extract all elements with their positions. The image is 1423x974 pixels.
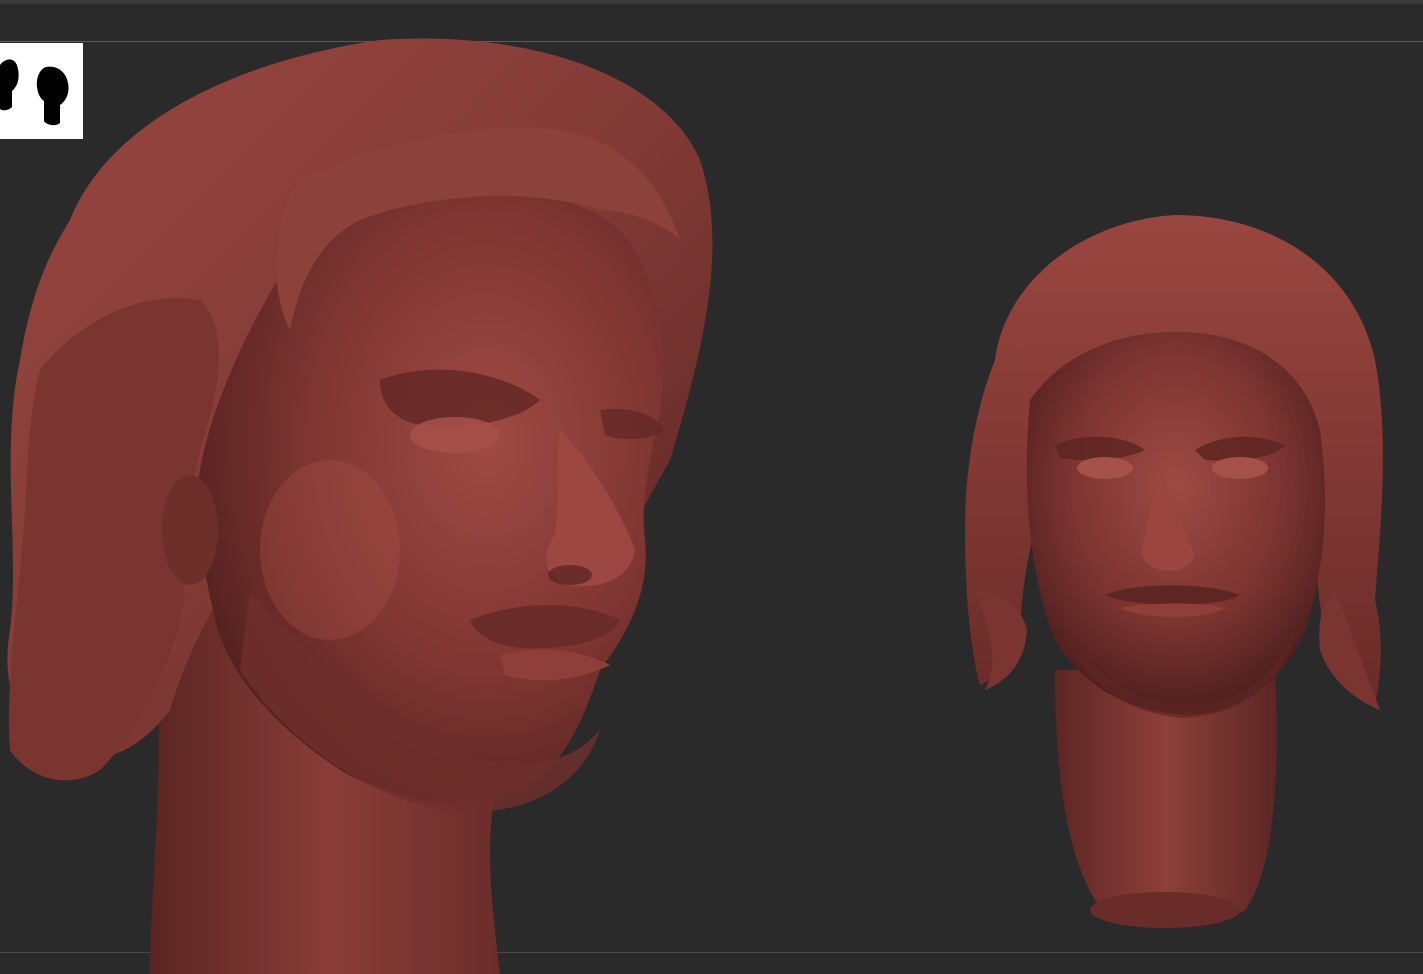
menu-bar-edge	[0, 0, 1423, 4]
head-sculpt-front-view[interactable]	[955, 210, 1395, 940]
3d-viewport[interactable]	[0, 0, 1423, 974]
head-sculpt-three-quarter-view[interactable]	[0, 30, 730, 974]
